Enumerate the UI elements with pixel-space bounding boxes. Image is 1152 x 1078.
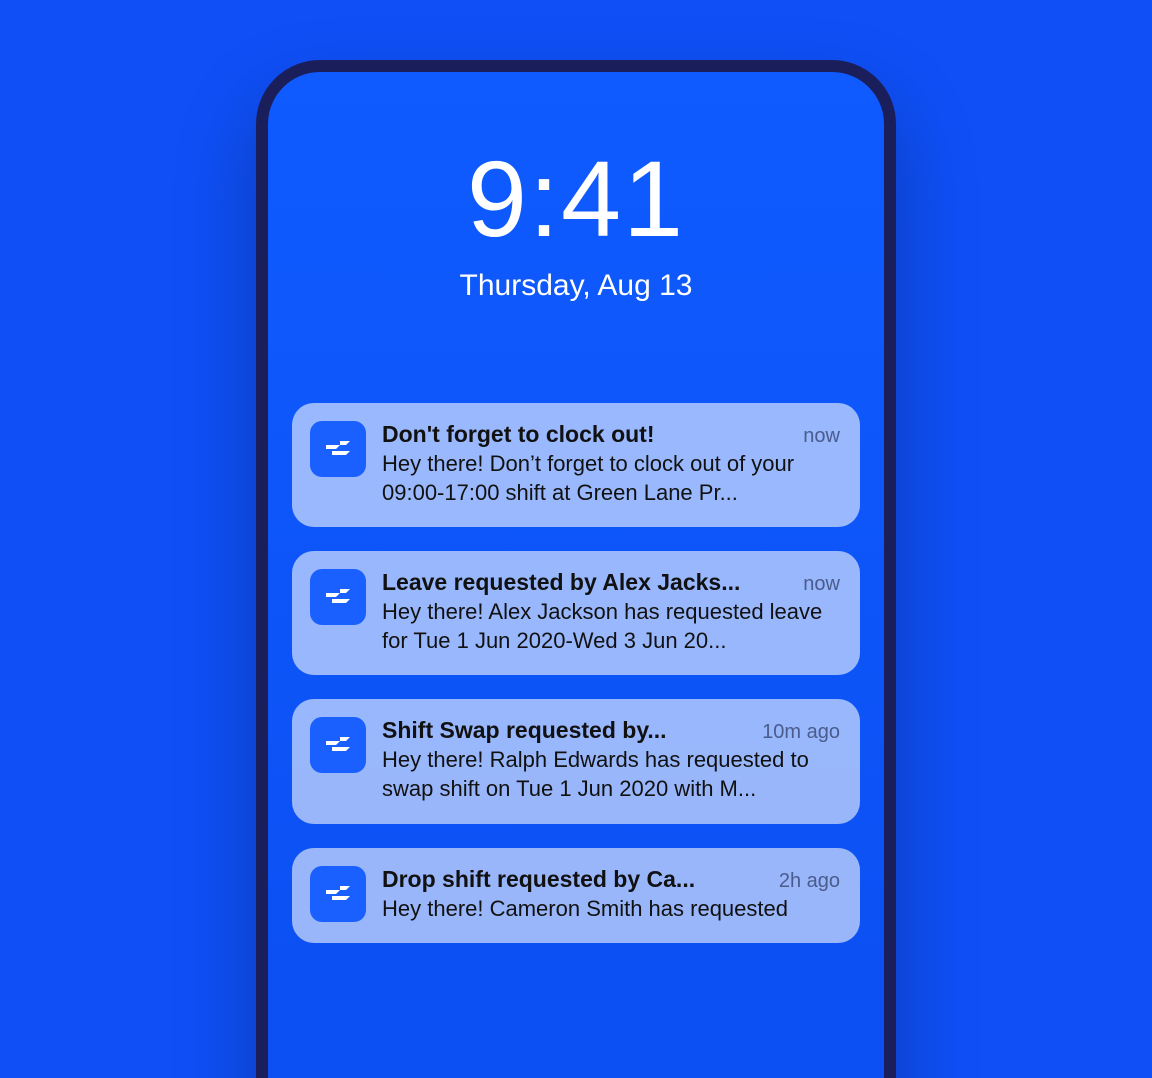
notification-title: Leave requested by Alex Jacks... xyxy=(382,569,740,596)
notification-card[interactable]: Drop shift requested by Ca... 2h ago Hey… xyxy=(292,848,860,944)
notification-title: Drop shift requested by Ca... xyxy=(382,866,695,893)
phone-frame: 9:41 Thursday, Aug 13 Don't forget to cl… xyxy=(256,60,896,1078)
notification-body: Hey there! Don’t forget to clock out of … xyxy=(382,450,840,507)
notification-card[interactable]: Shift Swap requested by... 10m ago Hey t… xyxy=(292,699,860,823)
notification-timestamp: now xyxy=(803,425,840,448)
app-icon xyxy=(310,421,366,477)
notification-content: Shift Swap requested by... 10m ago Hey t… xyxy=(382,717,840,803)
app-icon xyxy=(310,717,366,773)
notification-body: Hey there! Ralph Edwards has requested t… xyxy=(382,746,840,803)
notification-content: Don't forget to clock out! now Hey there… xyxy=(382,421,840,507)
notification-timestamp: 10m ago xyxy=(762,721,840,744)
notification-content: Drop shift requested by Ca... 2h ago Hey… xyxy=(382,866,840,924)
notification-list: Don't forget to clock out! now Hey there… xyxy=(292,403,860,943)
notification-body: Hey there! Alex Jackson has requested le… xyxy=(382,598,840,655)
notification-title: Don't forget to clock out! xyxy=(382,421,655,448)
notification-body: Hey there! Cameron Smith has requested xyxy=(382,895,840,924)
notification-card[interactable]: Don't forget to clock out! now Hey there… xyxy=(292,403,860,527)
notification-card[interactable]: Leave requested by Alex Jacks... now Hey… xyxy=(292,551,860,675)
notification-content: Leave requested by Alex Jacks... now Hey… xyxy=(382,569,840,655)
app-icon xyxy=(310,569,366,625)
notification-timestamp: 2h ago xyxy=(779,870,840,893)
notification-title: Shift Swap requested by... xyxy=(382,717,667,744)
app-icon xyxy=(310,866,366,922)
lockscreen-time: 9:41 xyxy=(292,136,860,261)
notification-timestamp: now xyxy=(803,573,840,596)
lockscreen-date: Thursday, Aug 13 xyxy=(292,269,860,303)
lock-screen: 9:41 Thursday, Aug 13 Don't forget to cl… xyxy=(268,72,884,1078)
